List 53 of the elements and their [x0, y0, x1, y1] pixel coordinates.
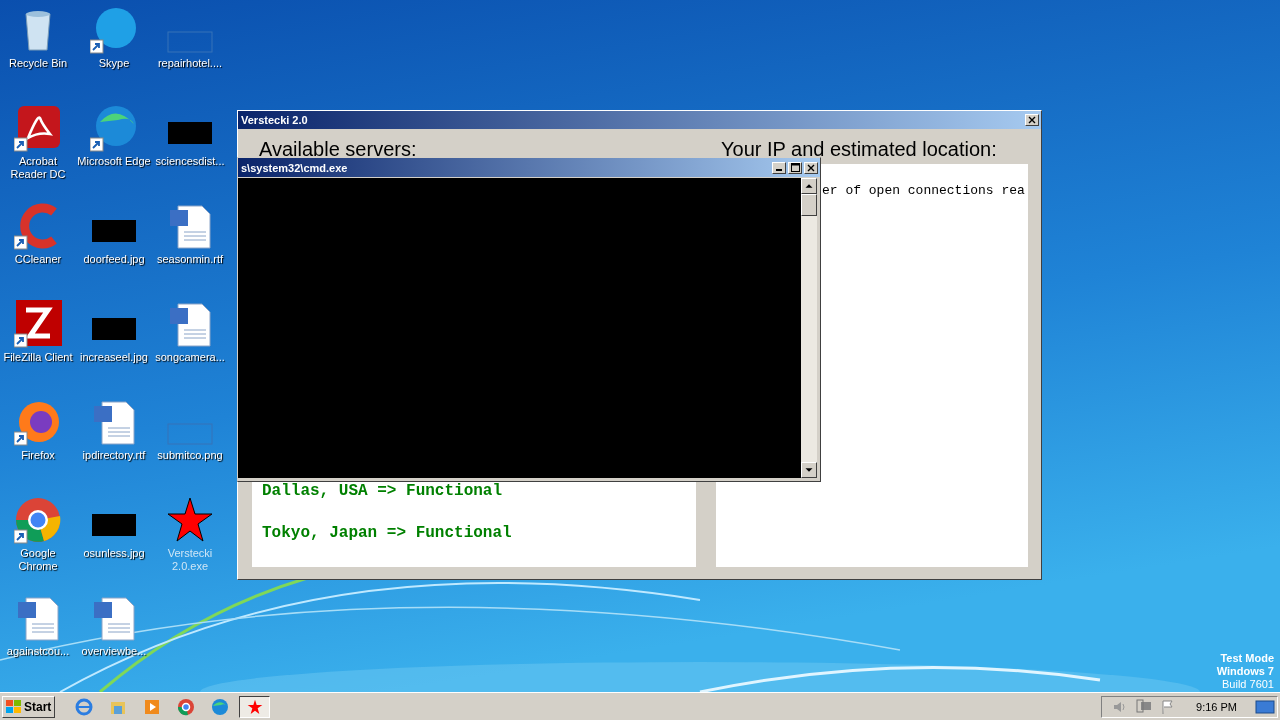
section-heading: Your IP and estimated location:: [720, 137, 998, 162]
icon-label: sciencesdist...: [154, 155, 226, 168]
icon-label: CCleaner: [13, 253, 63, 266]
icon-label: osunless.jpg: [82, 547, 146, 560]
close-button[interactable]: [1025, 114, 1039, 126]
section-heading: Available servers:: [258, 137, 418, 162]
icon-label: Recycle Bin: [7, 57, 69, 70]
os-notice-text: Build 7601: [1222, 678, 1274, 691]
scroll-up-icon[interactable]: [801, 178, 817, 194]
chrome-icon[interactable]: [14, 496, 62, 544]
star-icon: [246, 698, 263, 715]
icon-label: Microsoft Edge: [76, 155, 152, 168]
maximize-button[interactable]: [788, 161, 802, 174]
taskbar-app-button[interactable]: [239, 695, 271, 718]
os-notice-text: Test Mode: [1220, 652, 1274, 665]
minimize-icon: [776, 169, 782, 171]
close-button[interactable]: [804, 161, 818, 174]
scroll-down-icon[interactable]: [801, 462, 817, 478]
network-icon[interactable]: [1136, 698, 1153, 715]
icon-label: ipdirectory.rtf: [81, 449, 147, 462]
window-title: s\system32\cmd.exe: [241, 161, 348, 174]
maximize-icon: [790, 163, 800, 172]
icon-label: overviewbe...: [80, 645, 148, 658]
browser-icon[interactable]: [75, 697, 94, 716]
icon-label: repairhotel....: [156, 57, 224, 70]
os-notice-text: Windows 7: [1216, 665, 1274, 678]
icon-label: Acrobat Reader DC: [9, 155, 67, 181]
minimize-button[interactable]: [772, 161, 786, 174]
icon-label: doorfeed.jpg: [82, 253, 146, 266]
icon-label: Verstecki 2.0.exe: [166, 547, 214, 573]
icon-label: seasonmin.rtf: [156, 253, 224, 266]
close-icon: [1028, 116, 1036, 124]
icon-label: Google Chrome: [17, 547, 59, 573]
star-icon[interactable]: [166, 496, 214, 544]
clock[interactable]: 9:16 PM: [1184, 700, 1247, 713]
icon-label: increaseel.jpg: [79, 351, 149, 364]
start-button[interactable]: Start: [2, 695, 56, 718]
icon-label: submitco.png: [156, 449, 224, 462]
scrollbar[interactable]: [801, 178, 817, 478]
icon-label: FileZilla Client: [2, 351, 74, 364]
scrollbar-thumb[interactable]: [801, 194, 817, 216]
icon-label: Skype: [97, 57, 131, 70]
server-status: Tokyo, Japan => Functional: [262, 526, 513, 541]
chrome-icon[interactable]: [177, 697, 196, 716]
show-desktop-icon[interactable]: [1255, 698, 1275, 715]
server-status: Dallas, USA => Functional: [262, 484, 504, 499]
filezilla-icon[interactable]: [14, 300, 62, 348]
window-title: Verstecki 2.0: [241, 114, 308, 126]
windows-logo-icon: [6, 699, 22, 714]
icon-label: Firefox: [20, 449, 56, 462]
icon-label: songcamera...: [154, 351, 226, 364]
close-icon: [807, 163, 815, 172]
ip-info-text: er of open connections rea: [822, 183, 1025, 198]
